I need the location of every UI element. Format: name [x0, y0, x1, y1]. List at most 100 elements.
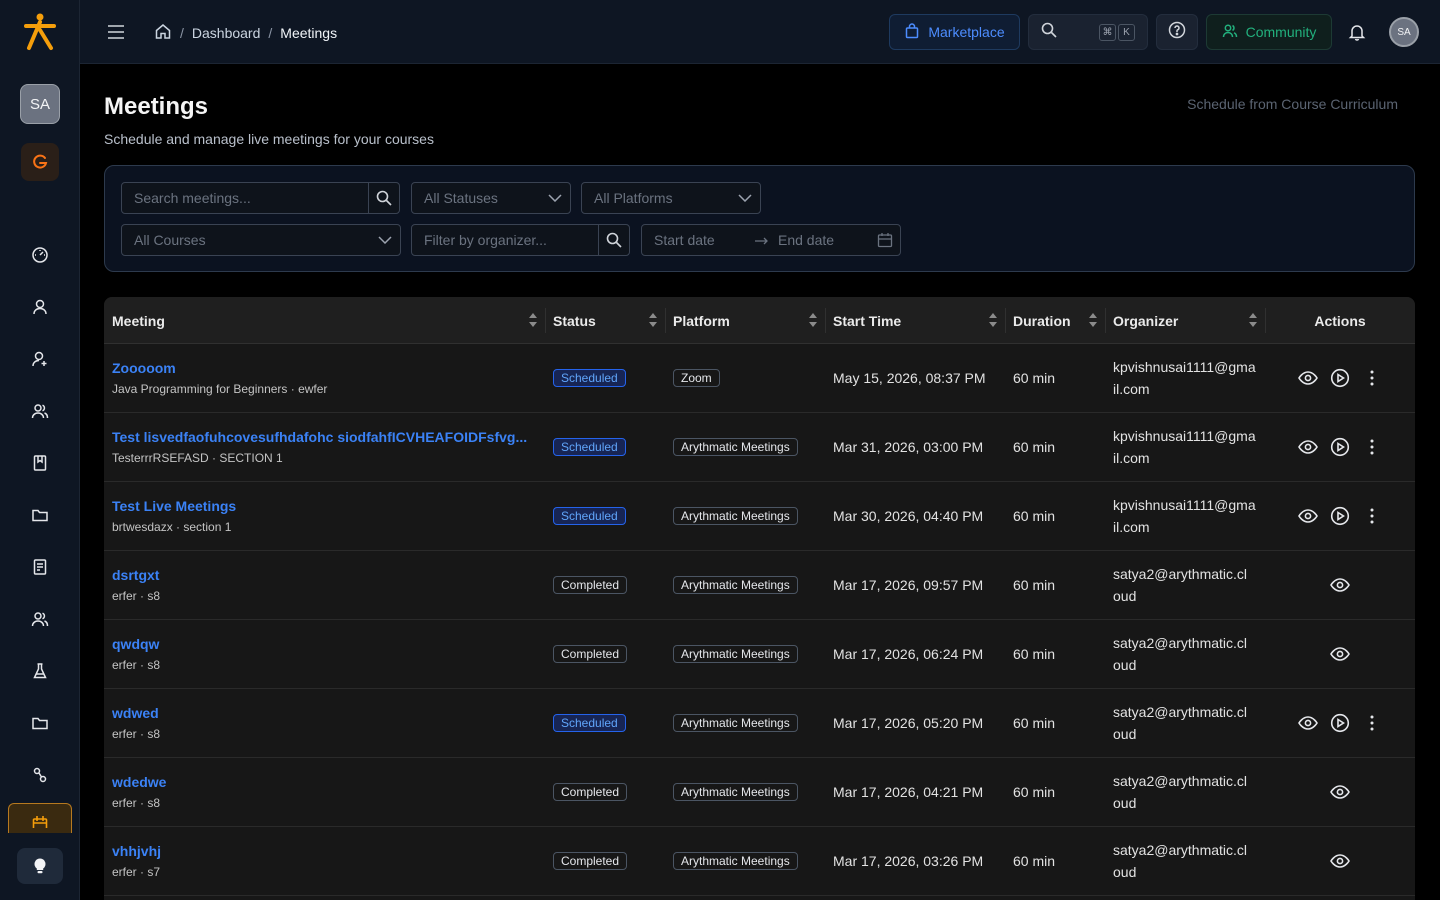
kbd-k: K: [1118, 23, 1135, 41]
eye-icon[interactable]: [1324, 638, 1356, 670]
app: SA / Dashboard / Meetings Marketplace ⌘ …: [0, 0, 1440, 900]
chevron-down-icon: [370, 236, 400, 244]
users-icon[interactable]: [28, 399, 52, 423]
meeting-title-link[interactable]: wdedwe: [112, 774, 537, 790]
col-duration[interactable]: Duration: [1005, 297, 1105, 344]
eye-icon[interactable]: [1292, 431, 1324, 463]
organizer-cell: satya2@arythmatic.cl oud: [1113, 551, 1247, 619]
table-row[interactable]: wdwed erfer · s8 Scheduled Arythmatic Meeti…: [104, 689, 1415, 758]
more-vertical-icon[interactable]: [1356, 500, 1388, 532]
play-icon[interactable]: [1324, 431, 1356, 463]
meeting-title-link[interactable]: Zooooom: [112, 360, 537, 376]
start-time-cell: May 15, 2026, 08:37 PM: [833, 370, 986, 386]
breadcrumb-dashboard[interactable]: Dashboard: [192, 25, 261, 41]
meeting-title-link[interactable]: Test Live Meetings: [112, 498, 537, 514]
kbd-cmd: ⌘: [1099, 23, 1116, 41]
eye-icon[interactable]: [1324, 776, 1356, 808]
meeting-subtitle: brtwesdazx · section 1: [112, 520, 232, 534]
meetings-table: Meeting Status Platform Start Time Durat…: [104, 297, 1415, 900]
meeting-title-link[interactable]: vhhjvhj: [112, 843, 537, 859]
search-icon[interactable]: [368, 183, 399, 213]
sidebar-item-meetings[interactable]: [8, 803, 72, 833]
folder-icon[interactable]: [28, 503, 52, 527]
community-label: Community: [1245, 24, 1317, 40]
meeting-cell: Test Live Meetings brtwesdazx · section 1: [112, 482, 542, 550]
organizer-email-line1: satya2@arythmatic.cl: [1113, 566, 1248, 582]
bulb-icon[interactable]: [17, 848, 63, 884]
status-cell: Completed: [553, 827, 628, 895]
table-row[interactable]: qwdqw erfer · s8 Completed Arythmatic Meeti…: [104, 620, 1415, 689]
date-range-picker[interactable]: Start date End date: [641, 224, 901, 256]
status-badge: Scheduled: [553, 714, 626, 732]
organizer-email-line1: kpvishnusai1111@gma: [1113, 359, 1256, 375]
platform-badge: Arythmatic Meetings: [673, 576, 798, 594]
table-row[interactable]: Test lisvedfaofuhcovesufhdafohc siodfahf…: [104, 413, 1415, 482]
organizer-email-line1: satya2@arythmatic.cl: [1113, 842, 1248, 858]
col-platform[interactable]: Platform: [665, 297, 825, 344]
search-meetings-input[interactable]: Search meetings...: [121, 182, 400, 214]
user-add-icon[interactable]: [28, 347, 52, 371]
breadcrumb-separator: /: [268, 24, 273, 41]
home-icon[interactable]: [154, 22, 172, 43]
col-meeting[interactable]: Meeting: [104, 297, 545, 344]
document-icon[interactable]: [28, 555, 52, 579]
col-start-time-label: Start Time: [833, 312, 902, 329]
flask-icon[interactable]: [28, 659, 52, 683]
meeting-title-link[interactable]: wdwed: [112, 705, 537, 721]
col-status[interactable]: Status: [545, 297, 665, 344]
start-time-cell: Mar 17, 2026, 03:26 PM: [833, 853, 984, 869]
eye-icon[interactable]: [1292, 362, 1324, 394]
meeting-title-link[interactable]: dsrtgxt: [112, 567, 537, 583]
community-button[interactable]: Community: [1206, 14, 1332, 50]
play-icon[interactable]: [1324, 707, 1356, 739]
col-start-time[interactable]: Start Time: [825, 297, 1005, 344]
status-badge: Scheduled: [553, 438, 626, 456]
duration-cell: 60 min: [1013, 439, 1056, 455]
eye-icon[interactable]: [1324, 569, 1356, 601]
user-avatar[interactable]: SA: [1389, 17, 1419, 47]
row-actions: [1292, 344, 1388, 412]
user-icon[interactable]: [28, 295, 52, 319]
eye-icon[interactable]: [1292, 500, 1324, 532]
organizer-cell: satya2@arythmatic.cl oud: [1113, 827, 1247, 895]
col-organizer[interactable]: Organizer: [1105, 297, 1265, 344]
sidebar-avatar[interactable]: SA: [20, 84, 60, 124]
table-row[interactable]: Test Live Meetings brtwesdazx · section 1…: [104, 482, 1415, 551]
group-icon[interactable]: [28, 607, 52, 631]
meeting-title-link[interactable]: qwdqw: [112, 636, 537, 652]
table-row[interactable]: Zooooom Java Programming for Beginners · …: [104, 344, 1415, 413]
brand-logo-icon[interactable]: [20, 12, 60, 52]
table-row[interactable]: wdedwe erfer · s8 Completed Arythmatic Meet…: [104, 758, 1415, 827]
platform-cell: Arythmatic Meetings: [673, 758, 798, 826]
status-badge: Scheduled: [553, 507, 626, 525]
book-icon[interactable]: [28, 451, 52, 475]
table-row[interactable]: vhhjvhj erfer · s7 Completed Arythmatic Mee…: [104, 827, 1415, 896]
marketplace-button[interactable]: Marketplace: [889, 14, 1020, 50]
folder-icon[interactable]: [28, 711, 52, 735]
meeting-title-link[interactable]: Test lisvedfaofuhcovesufhdafohc siodfahf…: [112, 429, 537, 445]
col-status-label: Status: [553, 312, 596, 329]
eye-icon[interactable]: [1292, 707, 1324, 739]
more-vertical-icon[interactable]: [1356, 362, 1388, 394]
brand-g-icon[interactable]: [21, 143, 59, 181]
link-icon[interactable]: [28, 763, 52, 787]
courses-select[interactable]: All Courses: [121, 224, 401, 256]
play-icon[interactable]: [1324, 362, 1356, 394]
bell-icon[interactable]: [1345, 20, 1369, 44]
play-icon[interactable]: [1324, 500, 1356, 532]
search-icon[interactable]: [598, 225, 629, 255]
eye-icon[interactable]: [1324, 845, 1356, 877]
status-select[interactable]: All Statuses: [411, 182, 571, 214]
help-button[interactable]: [1156, 14, 1198, 50]
schedule-from-curriculum-button[interactable]: Schedule from Course Curriculum: [1187, 96, 1398, 112]
platform-select[interactable]: All Platforms: [581, 182, 761, 214]
sort-icon: [1089, 313, 1097, 330]
more-vertical-icon[interactable]: [1356, 431, 1388, 463]
dashboard-icon[interactable]: [28, 243, 52, 267]
organizer-filter-input[interactable]: Filter by organizer...: [411, 224, 630, 256]
more-vertical-icon[interactable]: [1356, 707, 1388, 739]
global-search-button[interactable]: ⌘ K: [1028, 14, 1148, 50]
menu-icon[interactable]: [104, 20, 128, 44]
table-row[interactable]: dsrtgxt erfer · s8 Completed Arythmatic Mee…: [104, 551, 1415, 620]
platform-cell: Arythmatic Meetings: [673, 827, 798, 895]
